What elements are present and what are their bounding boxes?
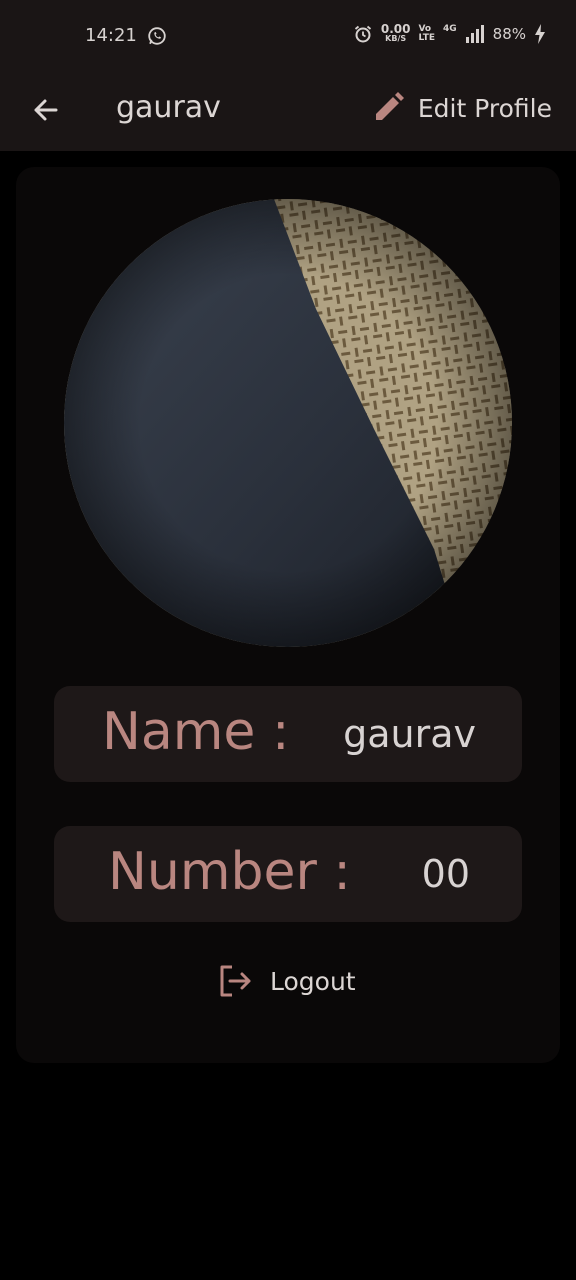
net-speed: 0.00 KB/S (380, 22, 411, 43)
name-value: gaurav (343, 712, 476, 756)
status-bar: 14:21 0.00 KB/S Vo LTE 4G 88% (0, 0, 576, 72)
profile-card: Name : gaurav Number : 00 Logout (16, 167, 560, 1063)
network-type: 4G (443, 24, 457, 34)
number-field: Number : 00 (54, 826, 522, 922)
signal-icon (465, 25, 484, 43)
logout-label: Logout (270, 966, 356, 996)
edit-profile-label: Edit Profile (417, 93, 552, 123)
number-value: 00 (421, 852, 470, 896)
logout-button[interactable]: Logout (218, 961, 356, 1001)
edit-profile-button[interactable]: Edit Profile (372, 88, 552, 128)
logout-icon (220, 965, 251, 997)
arrow-left-icon[interactable] (26, 90, 66, 130)
volte-indicator: Vo LTE (418, 24, 435, 43)
name-field: Name : gaurav (54, 686, 522, 782)
status-icons: 0.00 KB/S Vo LTE 4G 88% (353, 22, 546, 44)
charging-icon (535, 24, 545, 44)
number-label: Number : (108, 842, 351, 902)
pencil-icon (375, 92, 404, 120)
alarm-icon (354, 25, 371, 43)
page-title: gaurav (116, 90, 221, 125)
battery-level: 88% (492, 25, 526, 43)
name-label: Name : (102, 702, 290, 762)
avatar[interactable] (64, 199, 512, 647)
app-bar: gaurav Edit Profile (0, 72, 576, 151)
status-time: 14:21 (85, 25, 137, 46)
whatsapp-icon (148, 27, 166, 45)
